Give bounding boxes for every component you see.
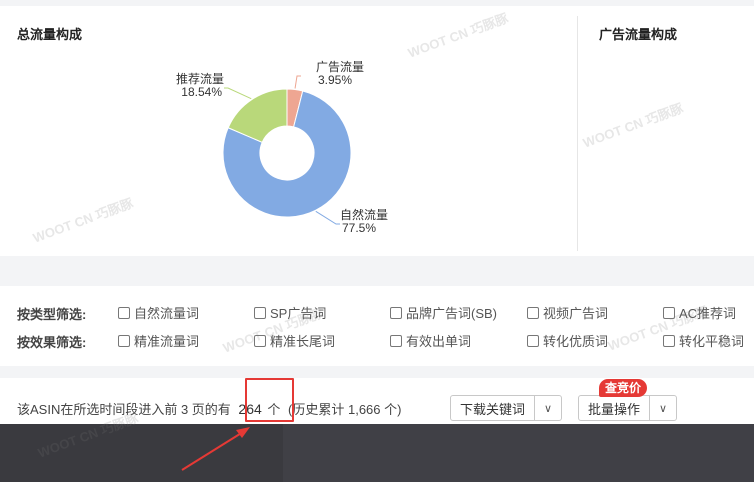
- checkbox[interactable]: [390, 306, 402, 319]
- traffic-composition-panel: 总流量构成 广告流量构成 自然流量 77.5% 推荐流量 18.54% 广告流量 3.95…: [0, 6, 754, 256]
- download-keywords-button[interactable]: 下载关键词 ∨: [450, 395, 563, 421]
- checkbox-label: 视频广告词: [543, 306, 609, 321]
- summary-history: (历史累计 1,666 个): [288, 402, 402, 417]
- slice-name-label: 自然流量: [340, 207, 388, 222]
- checkbox-label: 精准长尾词: [270, 334, 336, 349]
- checkbox-label: 品牌广告词(SB): [406, 306, 498, 321]
- batch-operations-label: 批量操作: [588, 401, 641, 417]
- count-highlight-box: [245, 378, 294, 422]
- checkbox[interactable]: [254, 334, 266, 347]
- effect-filter-checkbox-option[interactable]: 精准流量词: [118, 331, 199, 350]
- leader-line: [224, 87, 252, 100]
- checkbox-label: 自然流量词: [134, 306, 200, 321]
- checkbox[interactable]: [254, 306, 266, 319]
- leader-line: [315, 210, 340, 225]
- chevron-down-icon[interactable]: ∨: [650, 402, 676, 415]
- panel-divider: [577, 16, 578, 251]
- slice-value-label: 3.95%: [318, 73, 352, 87]
- slice-name-label: 推荐流量: [176, 72, 224, 86]
- ad-traffic-title: 广告流量构成: [599, 27, 678, 42]
- dark-overlay-strip: [0, 424, 754, 482]
- checkbox[interactable]: [390, 334, 402, 347]
- download-keywords-label: 下载关键词: [460, 401, 526, 417]
- slice-value-label: 18.54%: [181, 85, 222, 99]
- leader-line: [294, 75, 301, 89]
- check-bid-badge[interactable]: 查竞价: [599, 379, 648, 397]
- slice-value-label: 77.5%: [342, 221, 376, 235]
- summary-prefix: 该ASIN在所选时间段进入前 3 页的有: [17, 402, 231, 417]
- effect-filter-checkbox-option[interactable]: 有效出单词: [390, 331, 471, 350]
- checkbox[interactable]: [118, 334, 130, 347]
- type-filter-checkbox-option[interactable]: 视频广告词: [527, 303, 608, 322]
- type-filter-checkbox-option[interactable]: AC推荐词: [663, 303, 736, 322]
- batch-operations-button[interactable]: 批量操作 ∨: [578, 395, 678, 421]
- checkbox-label: 转化平稳词: [679, 334, 745, 349]
- checkbox[interactable]: [527, 334, 539, 347]
- checkbox[interactable]: [663, 334, 675, 347]
- effect-filter-checkbox-option[interactable]: 转化优质词: [527, 331, 608, 350]
- checkbox-label: SP广告词: [270, 306, 327, 321]
- traffic-donut-chart: 自然流量77.5% 推荐流量18.54% 广告流量3.95%: [176, 60, 388, 235]
- type-filter-checkbox-option[interactable]: 品牌广告词(SB): [390, 303, 497, 322]
- summary-text: 该ASIN在所选时间段进入前 3 页的有 264 个 (历史累计 1,666 个…: [17, 399, 401, 418]
- checkbox[interactable]: [118, 306, 130, 319]
- checkbox[interactable]: [663, 306, 675, 319]
- keyword-analysis-page: 总流量构成 广告流量构成 自然流量 77.5% 推荐流量 18.54% 广告流量 3.95…: [0, 0, 754, 482]
- type-filter-checkbox-option[interactable]: 自然流量词: [118, 303, 199, 322]
- type-filter-label: 按类型筛选:: [17, 307, 87, 322]
- slice-name-label: 广告流量: [316, 60, 364, 74]
- checkbox-label: 精准流量词: [134, 334, 200, 349]
- effect-filter-checkbox-option[interactable]: 转化平稳词: [663, 331, 744, 350]
- checkbox[interactable]: [527, 306, 539, 319]
- filter-panel: 按类型筛选: 按效果筛选: 自然流量词 SP广告词 品牌广告词(SB) 视频广告词 AC…: [0, 286, 754, 366]
- checkbox-label: 有效出单词: [406, 334, 472, 349]
- summary-bar: 该ASIN在所选时间段进入前 3 页的有 264 个 (历史累计 1,666 个…: [0, 378, 754, 424]
- type-filter-checkbox-option[interactable]: SP广告词: [254, 303, 326, 322]
- effect-filter-checkbox-option[interactable]: 精准长尾词: [254, 331, 335, 350]
- checkbox-label: 转化优质词: [543, 334, 609, 349]
- checkbox-label: AC推荐词: [679, 306, 737, 321]
- chevron-down-icon[interactable]: ∨: [535, 402, 561, 415]
- effect-filter-label: 按效果筛选:: [17, 335, 87, 350]
